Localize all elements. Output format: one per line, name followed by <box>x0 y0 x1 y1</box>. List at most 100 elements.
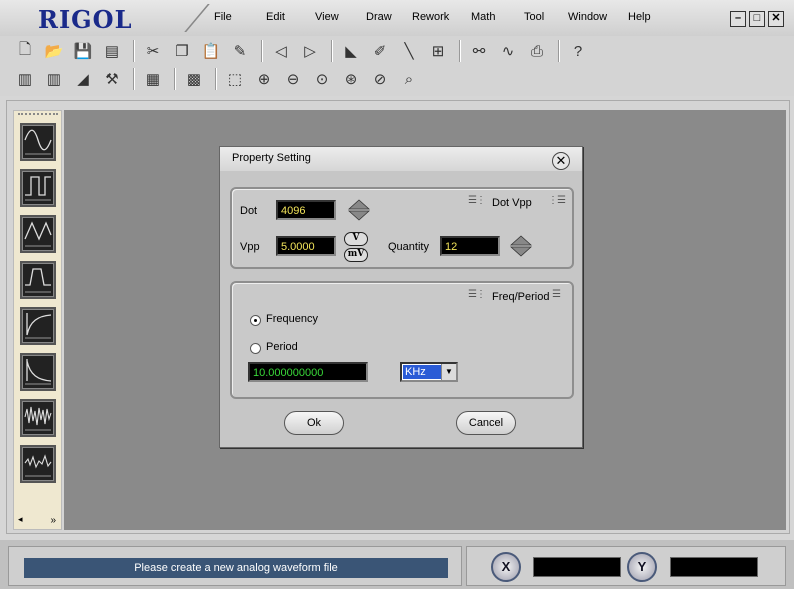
tool-icon[interactable]: ⚒ <box>99 67 125 91</box>
arb-wave-icon[interactable] <box>20 445 56 483</box>
status-message-box: Please create a new analog waveform file <box>8 546 462 586</box>
bar-chart-icon[interactable]: ▥ <box>12 67 38 91</box>
frequency-radio[interactable] <box>250 315 261 326</box>
unit-v-button[interactable]: V <box>344 232 368 246</box>
save-icon[interactable]: 💾 <box>70 39 96 63</box>
grid-icon[interactable]: ▦ <box>140 67 166 91</box>
copy-icon[interactable]: ❐ <box>169 39 195 63</box>
pulse-wave-icon[interactable] <box>20 261 56 299</box>
save-all-icon[interactable]: ▤ <box>99 39 125 63</box>
dialog-title: Property Setting <box>232 152 311 164</box>
eraser-icon[interactable]: ✎ <box>227 39 253 63</box>
rigol-logo: RIGOL <box>38 5 133 34</box>
maximize-icon[interactable]: □ <box>749 11 765 27</box>
toolbar-row-1: 🗋 📂 💾 ▤ ✂ ❐ 📋 ✎ ◁ ▷ ◣ ✐ ╲ ⊞ ⚯ ∿ ⎙ ? <box>12 38 594 64</box>
toolbar-separator <box>558 40 560 62</box>
property-setting-dialog: Property Setting ✕ ☰⋮ Dot Vpp ⋮☰ Dot 409… <box>219 146 583 448</box>
select-rect-icon[interactable]: ⬚ <box>222 67 248 91</box>
device-icon[interactable]: ⎙ <box>524 39 550 63</box>
exp-rise-icon[interactable] <box>20 307 56 345</box>
open-folder-icon[interactable]: 📂 <box>41 39 67 63</box>
dot-field[interactable]: 4096 <box>276 200 336 220</box>
dot-vpp-title: Dot Vpp <box>492 197 532 209</box>
grid-select-icon[interactable]: ▩ <box>181 67 207 91</box>
title-bar: RIGOL File Edit View Draw Rework Math To… <box>0 0 794 36</box>
scroll-left-icon[interactable]: ◂ <box>18 514 23 525</box>
cancel-button[interactable]: Cancel <box>456 411 516 435</box>
freq-period-title: Freq/Period <box>492 291 550 303</box>
wave-download-icon[interactable]: ∿ <box>495 39 521 63</box>
zoom-out-icon[interactable]: ⊖ <box>280 67 306 91</box>
close-icon[interactable]: ✕ <box>768 11 784 27</box>
frequency-value-field[interactable]: 10.000000000 <box>248 362 368 382</box>
menu-rework[interactable]: Rework <box>412 11 449 23</box>
palette-grip <box>18 113 58 115</box>
chevron-down-icon[interactable]: ▼ <box>441 364 456 380</box>
waveform-palette: ◂ » <box>13 110 62 530</box>
zoom-fit-icon[interactable]: ⊛ <box>338 67 364 91</box>
ok-button[interactable]: Ok <box>284 411 344 435</box>
menu-file[interactable]: File <box>214 11 232 23</box>
period-label: Period <box>266 341 298 353</box>
toolbar: 🗋 📂 💾 ▤ ✂ ❐ 📋 ✎ ◁ ▷ ◣ ✐ ╲ ⊞ ⚯ ∿ ⎙ ? ▥ ▥ … <box>0 36 794 96</box>
menu-lines-icon: ☰ <box>552 289 561 300</box>
toolbar-separator <box>331 40 333 62</box>
bar-chart-2-icon[interactable]: ▥ <box>41 67 67 91</box>
square-wave-icon[interactable] <box>20 169 56 207</box>
freq-period-group: ☰⋮ Freq/Period ☰ Frequency Period 10.000… <box>230 281 574 399</box>
quantity-label: Quantity <box>388 241 429 253</box>
unit-mv-button[interactable]: mV <box>344 248 368 262</box>
zoom-icon[interactable]: ⊙ <box>309 67 335 91</box>
logo-divider <box>156 4 210 32</box>
sine-wave-icon[interactable] <box>20 123 56 161</box>
new-file-icon[interactable]: 🗋 <box>12 39 38 63</box>
close-icon[interactable]: ✕ <box>552 152 570 170</box>
dot-vpp-group: ☰⋮ Dot Vpp ⋮☰ Dot 4096 Vpp 5.0000 V mV Q… <box>230 187 574 269</box>
left-marker-icon[interactable]: ◁ <box>268 39 294 63</box>
grid-math-icon[interactable]: ⊞ <box>425 39 451 63</box>
zoom-search-icon[interactable]: ⌕ <box>396 67 422 91</box>
pen-icon[interactable]: ✐ <box>367 39 393 63</box>
paste-icon[interactable]: 📋 <box>198 39 224 63</box>
toolbar-separator <box>174 68 176 90</box>
right-marker-icon[interactable]: ▷ <box>297 39 323 63</box>
x-coordinate-field <box>533 557 621 577</box>
toolbar-separator <box>133 68 135 90</box>
noise-wave-icon[interactable] <box>20 399 56 437</box>
menu-view[interactable]: View <box>315 11 339 23</box>
x-coordinate-icon: X <box>491 552 521 582</box>
toolbar-separator <box>215 68 217 90</box>
cursor-icon[interactable]: ◣ <box>338 39 364 63</box>
help-icon[interactable]: ? <box>565 39 591 63</box>
chevron-down-icon[interactable]: » <box>50 515 56 526</box>
menu-draw[interactable]: Draw <box>366 11 392 23</box>
zoom-reset-icon[interactable]: ⊘ <box>367 67 393 91</box>
minimize-icon[interactable]: – <box>730 11 746 27</box>
exp-fall-icon[interactable] <box>20 353 56 391</box>
menu-math[interactable]: Math <box>471 11 495 23</box>
frequency-unit-select[interactable]: KHz ▼ <box>400 362 458 382</box>
quantity-spinner-icon[interactable] <box>510 235 532 257</box>
toolbar-separator <box>133 40 135 62</box>
quantity-field[interactable]: 12 <box>440 236 500 256</box>
link-icon[interactable]: ⚯ <box>466 39 492 63</box>
unit-selected-value: KHz <box>403 365 441 379</box>
coordinate-box: X Y <box>466 546 786 586</box>
cut-icon[interactable]: ✂ <box>140 39 166 63</box>
vpp-field[interactable]: 5.0000 <box>276 236 336 256</box>
menu-window[interactable]: Window <box>568 11 607 23</box>
menu-lines-icon: ⋮☰ <box>548 195 566 206</box>
vpp-label: Vpp <box>240 241 260 253</box>
period-radio[interactable] <box>250 343 261 354</box>
menu-tool[interactable]: Tool <box>524 11 544 23</box>
ramp-wave-icon[interactable] <box>20 215 56 253</box>
menu-lines-icon: ☰⋮ <box>468 289 486 300</box>
menu-help[interactable]: Help <box>628 11 651 23</box>
area-chart-icon[interactable]: ◢ <box>70 67 96 91</box>
zoom-in-icon[interactable]: ⊕ <box>251 67 277 91</box>
toolbar-row-2: ▥ ▥ ◢ ⚒ ▦ ▩ ⬚ ⊕ ⊖ ⊙ ⊛ ⊘ ⌕ <box>12 66 425 92</box>
menu-lines-icon: ☰⋮ <box>468 195 486 206</box>
line-icon[interactable]: ╲ <box>396 39 422 63</box>
menu-edit[interactable]: Edit <box>266 11 285 23</box>
dot-spinner-icon[interactable] <box>348 199 370 221</box>
